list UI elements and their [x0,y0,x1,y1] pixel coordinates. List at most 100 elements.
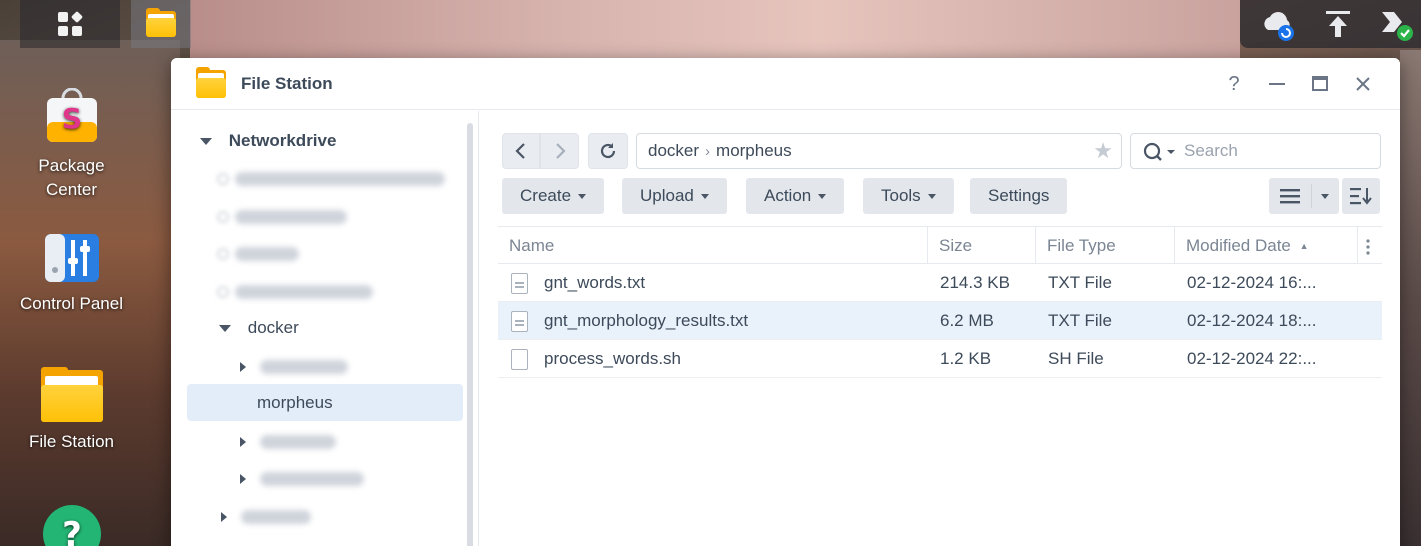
control-panel-icon [43,232,101,284]
table-row[interactable]: gnt_words.txt 214.3 KB TXT File 02-12-20… [498,264,1382,302]
create-button[interactable]: Create [502,178,605,214]
desktop-control-panel[interactable]: Control Panel [0,232,143,316]
caret-down-icon [927,194,936,200]
file-name[interactable]: gnt_words.txt [544,264,645,302]
taskbar-file-station-button[interactable] [131,0,191,48]
file-icon [511,349,528,370]
column-menu-icon[interactable] [1358,227,1382,264]
security-check-icon[interactable] [1378,6,1414,42]
tree-item-morpheus[interactable]: morpheus [187,384,463,421]
column-header-modified[interactable]: Modified Date ▲ [1175,227,1358,264]
tree-scrollbar[interactable] [467,123,473,546]
file-size: 1.2 KB [940,349,992,368]
file-type: TXT File [1048,273,1112,292]
refresh-button[interactable] [588,133,628,169]
desktop-label: Control Panel [19,294,123,313]
folder-icon [40,367,103,422]
chevron-down-icon[interactable] [219,325,231,333]
forward-button[interactable] [540,133,579,169]
window-titlebar[interactable]: File Station ? [171,58,1400,110]
desktop-label: Package [38,156,105,175]
file-type: TXT File [1048,311,1112,330]
tree-item-networkdrive[interactable]: Networkdrive [187,122,463,159]
tree-item-label: docker [247,318,299,337]
table-header: Name Size File Type Modified Date ▲ [498,226,1382,264]
desktop-package-center[interactable]: S Package Center [0,87,143,202]
chevron-right-icon[interactable] [240,436,246,447]
search-icon[interactable] [1143,142,1177,162]
column-header-type[interactable]: File Type [1036,227,1175,264]
close-button[interactable] [1351,72,1375,96]
file-table: Name Size File Type Modified Date ▲ gnt_… [498,226,1382,378]
svg-text:?: ? [62,515,82,546]
tree-item-label: morpheus [257,393,333,412]
list-view-icon [1280,189,1300,204]
caret-down-icon [818,194,827,200]
grid-icon [58,10,84,36]
tree-item-docker[interactable]: docker [187,309,463,346]
desktop-label: File Station [28,432,115,451]
taskbar [0,0,1421,48]
text-file-icon [511,311,528,332]
table-row[interactable]: gnt_morphology_results.txt 6.2 MB TXT Fi… [498,302,1382,340]
star-icon[interactable]: ★ [1093,134,1113,168]
file-size: 214.3 KB [940,273,1010,292]
file-station-window: File Station ? Networkdrive docker morph… [171,58,1400,546]
column-header-name[interactable]: Name [498,227,928,264]
cloud-sync-icon[interactable] [1260,6,1296,42]
tree-item-redacted[interactable] [187,497,463,534]
chevron-right-icon[interactable] [240,473,246,484]
tree-item-redacted[interactable] [187,159,463,196]
file-type: SH File [1048,349,1104,368]
table-row[interactable]: process_words.sh 1.2 KB SH File 02-12-20… [498,340,1382,378]
main-menu-button[interactable] [20,0,120,48]
view-mode-button[interactable] [1269,178,1339,214]
breadcrumb-item[interactable]: morpheus [716,141,792,160]
caret-down-icon [700,194,709,200]
tree-root-label: Networkdrive [228,131,337,150]
action-button[interactable]: Action [746,178,845,214]
file-size: 6.2 MB [940,311,994,330]
upload-button[interactable]: Upload [622,178,727,214]
sort-ascending-icon: ▲ [1299,241,1309,252]
upload-icon[interactable] [1320,6,1356,42]
tree-item-redacted[interactable] [187,347,463,384]
path-bar[interactable]: docker › morpheus ★ [636,133,1122,169]
help-icon: ? [42,504,102,546]
folder-icon [196,67,226,98]
tree-item-redacted[interactable] [187,272,463,309]
tree-item-redacted[interactable] [187,197,463,234]
file-pane: docker › morpheus ★ Search Create Upload A… [480,111,1400,546]
tools-button[interactable]: Tools [863,178,954,214]
file-modified: 02-12-2024 22:... [1187,349,1317,368]
search-input[interactable]: Search [1130,133,1381,169]
system-tray [1240,0,1421,48]
chevron-right-icon [555,143,566,159]
desktop-file-station[interactable]: File Station [0,367,143,454]
minimize-button[interactable] [1265,72,1289,96]
file-modified: 02-12-2024 18:... [1187,311,1317,330]
help-button[interactable]: ? [1222,72,1246,96]
tree-item-redacted[interactable] [187,422,463,459]
caret-down-icon [1321,194,1329,199]
back-button[interactable] [502,133,540,169]
text-file-icon [511,273,528,294]
column-header-size[interactable]: Size [928,227,1036,264]
window-title: File Station [241,74,333,93]
chevron-down-icon[interactable] [200,138,212,146]
folder-icon [146,8,176,37]
chevron-right-icon[interactable] [221,511,227,522]
settings-button[interactable]: Settings [970,178,1068,214]
breadcrumb-item[interactable]: docker [648,141,699,160]
desktop-label: Center [45,180,98,199]
refresh-icon [600,143,616,159]
chevron-right-icon[interactable] [240,361,246,372]
file-modified: 02-12-2024 16:... [1187,273,1317,292]
tree-item-redacted[interactable] [187,459,463,496]
tree-item-redacted[interactable] [187,234,463,271]
desktop-help[interactable]: ? [0,504,143,546]
sort-button[interactable] [1342,178,1380,214]
file-name[interactable]: gnt_morphology_results.txt [544,302,748,340]
file-name[interactable]: process_words.sh [544,340,681,378]
maximize-button[interactable] [1308,72,1332,96]
